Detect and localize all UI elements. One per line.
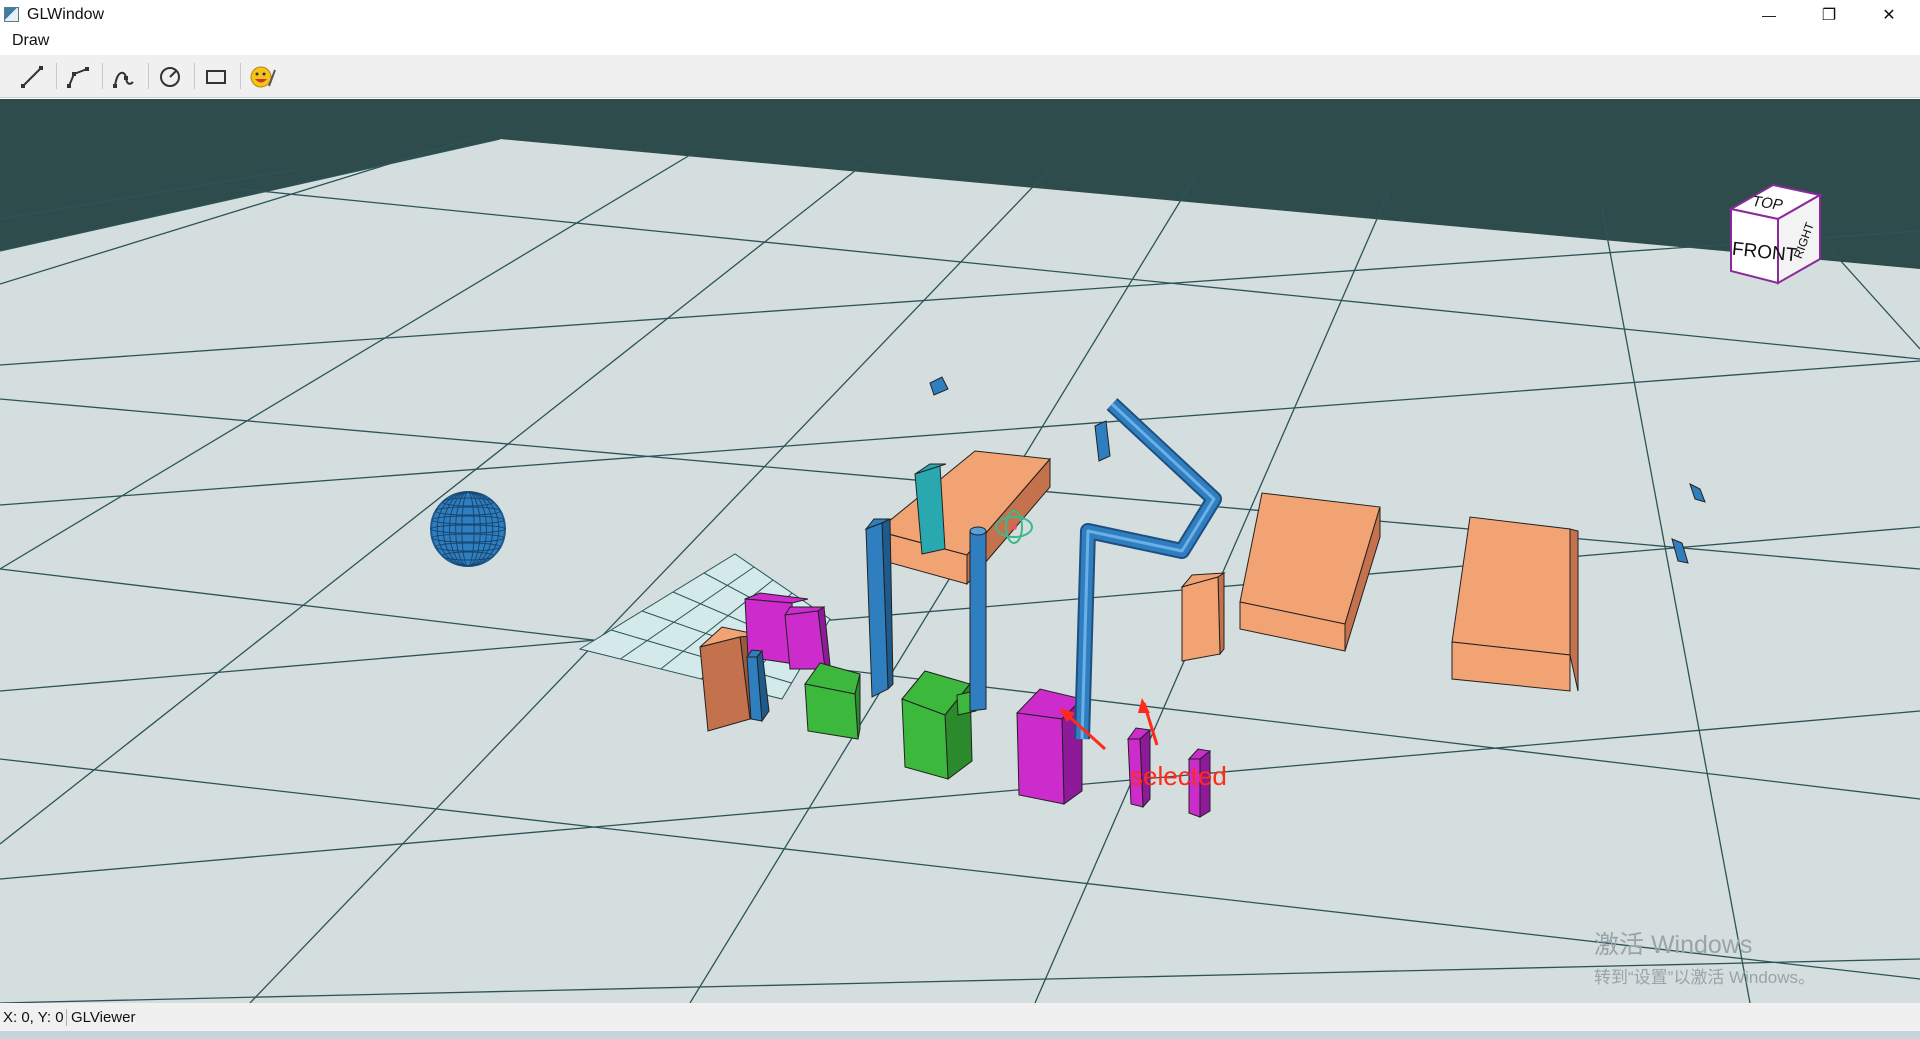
magenta-block-back-2 bbox=[784, 606, 831, 670]
salmon-box-right bbox=[1451, 516, 1579, 692]
restore-button[interactable]: ❐ bbox=[1800, 0, 1858, 29]
status-bar: X: 0, Y: 0 GLViewer bbox=[0, 1003, 1920, 1031]
scene-canvas[interactable]: TOP FRONT RIGHT selected bbox=[0, 99, 1920, 1003]
magenta-box-selected-front bbox=[1016, 712, 1065, 805]
blue-cylinder-front bbox=[969, 530, 987, 712]
status-viewer-name: GLViewer bbox=[71, 1009, 136, 1026]
minimize-icon: — bbox=[1762, 6, 1776, 23]
rectangle-icon bbox=[206, 70, 226, 84]
green-box-left bbox=[804, 662, 861, 740]
menu-bar: Draw bbox=[0, 29, 1920, 55]
menu-draw[interactable]: Draw bbox=[10, 32, 51, 50]
status-coordinates: X: 0, Y: 0 bbox=[3, 1009, 64, 1026]
blue-sphere bbox=[430, 491, 506, 567]
magenta-box-selected bbox=[1015, 688, 1083, 805]
polyline-icon bbox=[67, 67, 89, 88]
salmon-block-right bbox=[1180, 572, 1226, 662]
close-icon: ✕ bbox=[1882, 6, 1896, 24]
circle-icon bbox=[160, 67, 180, 87]
sphere-body bbox=[430, 491, 506, 567]
emoji-tool-button[interactable] bbox=[247, 61, 279, 93]
salmon-block-right-front bbox=[1181, 576, 1221, 662]
window-title: GLWindow bbox=[27, 5, 105, 23]
title-bar: GLWindow — ❐ ✕ bbox=[0, 0, 1920, 29]
close-button[interactable]: ✕ bbox=[1860, 0, 1918, 29]
green-box-large bbox=[901, 670, 973, 780]
line-tool-button[interactable] bbox=[16, 61, 48, 93]
gl-viewport[interactable]: TOP FRONT RIGHT selected bbox=[0, 99, 1920, 1003]
spline-icon bbox=[113, 71, 134, 88]
minimize-button[interactable]: — bbox=[1740, 0, 1798, 29]
app-icon bbox=[4, 7, 19, 22]
restore-icon: ❐ bbox=[1821, 6, 1837, 24]
line-icon bbox=[21, 66, 43, 88]
rectangle-tool-button[interactable] bbox=[200, 61, 232, 93]
emoji-icon bbox=[250, 66, 276, 88]
toolbar bbox=[0, 55, 1920, 98]
magenta-block-back-2-front bbox=[784, 610, 826, 670]
annotation-label: selected bbox=[1130, 761, 1227, 791]
spline-tool-button[interactable] bbox=[108, 61, 140, 93]
blue-cylinder-cap bbox=[969, 526, 987, 536]
blue-cylinder bbox=[969, 530, 987, 712]
taskbar-edge bbox=[0, 1031, 1920, 1039]
circle-tool-button[interactable] bbox=[154, 61, 186, 93]
salmon-box-right-top bbox=[1451, 516, 1571, 656]
polyline-tool-button[interactable] bbox=[62, 61, 94, 93]
